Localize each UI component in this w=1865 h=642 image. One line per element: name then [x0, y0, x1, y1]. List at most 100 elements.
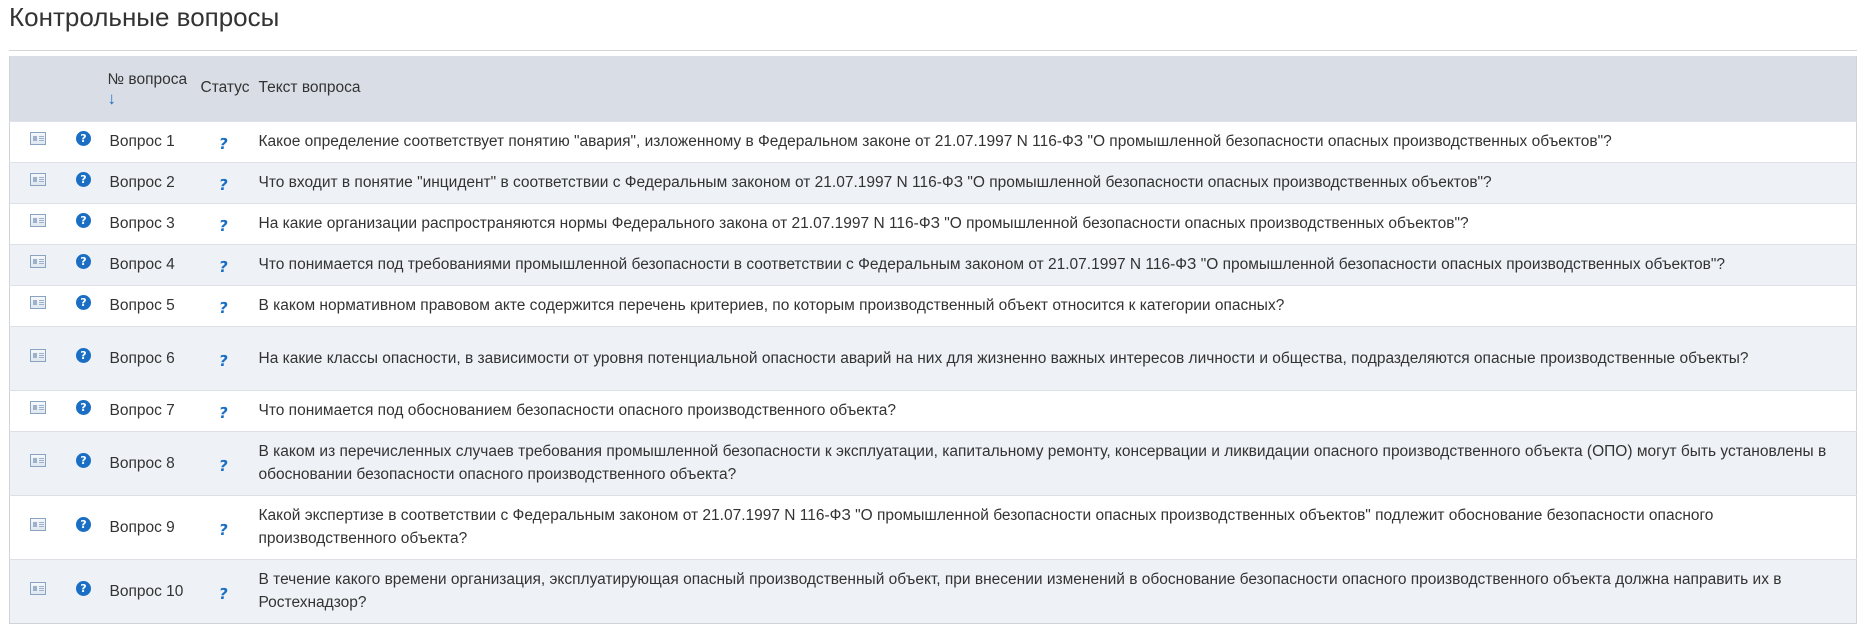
status-cell: ? [195, 244, 253, 285]
question-text[interactable]: В течение какого времени организация, эк… [253, 559, 1857, 623]
table-row: ? Вопрос 7? Что понимается под обоснование… [9, 390, 1857, 431]
details-cell[interactable] [10, 559, 66, 623]
help-cell[interactable]: ? [66, 285, 102, 326]
card-icon[interactable] [29, 348, 46, 362]
question-text[interactable]: Какое определение соответствует понятию … [253, 121, 1857, 162]
card-icon[interactable] [29, 173, 46, 187]
status-cell: ? [195, 285, 253, 326]
status-cell: ? [195, 203, 253, 244]
questions-table: № вопроса ↓ Статус Текст вопроса ? Вопрос… [9, 56, 1857, 624]
card-icon[interactable] [29, 255, 46, 269]
help-circle-icon[interactable]: ? [76, 347, 91, 363]
question-number[interactable]: Вопрос 2 [102, 162, 195, 203]
help-circle-icon[interactable]: ? [76, 400, 91, 416]
card-icon[interactable] [29, 453, 46, 467]
details-cell[interactable] [10, 162, 66, 203]
details-cell[interactable] [10, 203, 66, 244]
card-icon[interactable] [29, 401, 46, 415]
question-number[interactable]: Вопрос 8 [102, 431, 195, 495]
question-mark-icon: ? [217, 135, 230, 154]
table-row: ? Вопрос 5? В каком нормативном правовом а… [9, 285, 1857, 326]
page: Контрольные вопросы № вопроса ↓ Статус Т… [0, 0, 1865, 642]
table-row: ? Вопрос 4? Что понимается под требованиям… [9, 244, 1857, 285]
question-mark-icon: ? [217, 404, 230, 423]
question-text[interactable]: Что входит в понятие "инцидент" в соотве… [253, 162, 1857, 203]
status-cell: ? [195, 495, 253, 559]
help-cell[interactable]: ? [66, 390, 102, 431]
sort-down-arrow-icon[interactable]: ↓ [108, 90, 189, 108]
help-cell[interactable]: ? [66, 431, 102, 495]
status-cell: ? [195, 390, 253, 431]
question-mark-icon: ? [217, 351, 230, 370]
table-row: ? Вопрос 9? Какой экспертизе в соответстви… [9, 495, 1857, 559]
header-text[interactable]: Текст вопроса [253, 56, 1857, 121]
details-cell[interactable] [10, 244, 66, 285]
help-circle-icon[interactable]: ? [76, 516, 91, 532]
details-cell[interactable] [10, 431, 66, 495]
status-cell: ? [195, 326, 253, 390]
help-circle-icon[interactable]: ? [76, 580, 91, 596]
details-cell[interactable] [10, 495, 66, 559]
question-number[interactable]: Вопрос 1 [102, 121, 195, 162]
question-number[interactable]: Вопрос 4 [102, 244, 195, 285]
card-icon[interactable] [29, 214, 46, 228]
details-cell[interactable] [10, 285, 66, 326]
question-text[interactable]: На какие организации распространяются но… [253, 203, 1857, 244]
help-circle-icon[interactable]: ? [76, 452, 91, 468]
question-number[interactable]: Вопрос 3 [102, 203, 195, 244]
details-cell[interactable] [10, 390, 66, 431]
card-icon[interactable] [29, 296, 46, 310]
question-mark-icon: ? [217, 217, 230, 236]
help-circle-icon[interactable]: ? [76, 172, 91, 188]
status-cell: ? [195, 431, 253, 495]
question-number[interactable]: Вопрос 9 [102, 495, 195, 559]
question-mark-icon: ? [217, 299, 230, 318]
card-icon[interactable] [29, 132, 46, 146]
details-cell[interactable] [10, 326, 66, 390]
question-mark-icon: ? [217, 176, 230, 195]
card-icon[interactable] [29, 517, 46, 531]
question-number[interactable]: Вопрос 5 [102, 285, 195, 326]
header-status[interactable]: Статус [195, 56, 253, 121]
help-cell[interactable]: ? [66, 162, 102, 203]
help-circle-icon[interactable]: ? [76, 254, 91, 270]
question-mark-icon: ? [217, 520, 230, 539]
header-details-column [10, 56, 66, 121]
card-icon[interactable] [29, 581, 46, 595]
title-divider [9, 50, 1857, 51]
help-circle-icon[interactable]: ? [76, 295, 91, 311]
table-row: ? Вопрос 2? Что входит в понятие "инцидент… [9, 162, 1857, 203]
question-text[interactable]: Что понимается под обоснованием безопасн… [253, 390, 1857, 431]
header-number[interactable]: № вопроса ↓ [102, 56, 195, 121]
table-row: ? Вопрос 1? Какое определение соответствуе… [9, 121, 1857, 162]
status-cell: ? [195, 162, 253, 203]
question-text[interactable]: В каком нормативном правовом акте содерж… [253, 285, 1857, 326]
question-text[interactable]: На какие классы опасности, в зависимости… [253, 326, 1857, 390]
question-number[interactable]: Вопрос 10 [102, 559, 195, 623]
help-cell[interactable]: ? [66, 244, 102, 285]
header-help-column [66, 56, 102, 121]
help-cell[interactable]: ? [66, 203, 102, 244]
details-cell[interactable] [10, 121, 66, 162]
help-cell[interactable]: ? [66, 559, 102, 623]
table-header-row: № вопроса ↓ Статус Текст вопроса [9, 56, 1857, 121]
question-number[interactable]: Вопрос 6 [102, 326, 195, 390]
help-circle-icon[interactable]: ? [76, 131, 91, 147]
header-number-label[interactable]: № вопроса [108, 71, 188, 88]
question-text[interactable]: Какой экспертизе в соответствии с Федера… [253, 495, 1857, 559]
table-row: ? Вопрос 10? В течение какого времени орга… [9, 559, 1857, 623]
page-title: Контрольные вопросы [9, 2, 280, 32]
status-cell: ? [195, 559, 253, 623]
question-text[interactable]: В каком из перечисленных случаев требова… [253, 431, 1857, 495]
question-text[interactable]: Что понимается под требованиями промышле… [253, 244, 1857, 285]
help-cell[interactable]: ? [66, 326, 102, 390]
question-mark-icon: ? [217, 584, 230, 603]
table-row: ? Вопрос 3? На какие организации распростр… [9, 203, 1857, 244]
question-mark-icon: ? [217, 456, 230, 475]
help-circle-icon[interactable]: ? [76, 213, 91, 229]
table-row: ? Вопрос 8? В каком из перечисленных случа… [9, 431, 1857, 495]
help-cell[interactable]: ? [66, 121, 102, 162]
help-cell[interactable]: ? [66, 495, 102, 559]
question-number[interactable]: Вопрос 7 [102, 390, 195, 431]
table-row: ? Вопрос 6? На какие классы опасности, в з… [9, 326, 1857, 390]
